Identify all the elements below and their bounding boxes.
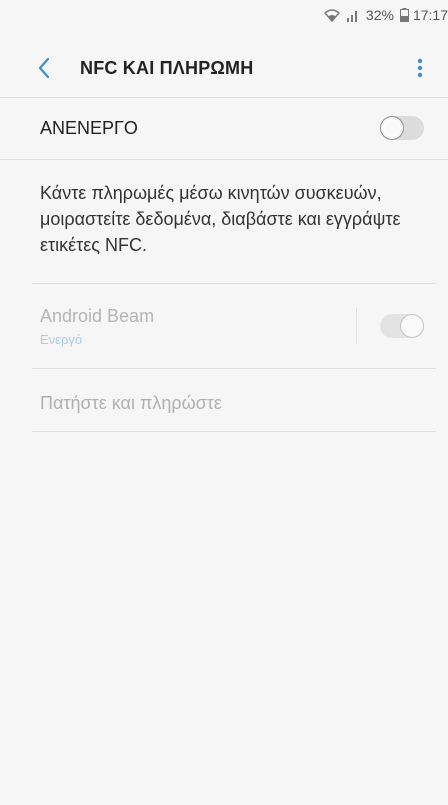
android-beam-toggle[interactable]	[380, 314, 424, 338]
page-title: NFC ΚΑΙ ΠΛΗΡΩΜΗ	[80, 58, 254, 78]
nfc-description: Κάντε πληρωμές μέσω κινητών συσκευών, μο…	[40, 183, 401, 255]
back-button[interactable]	[30, 54, 58, 82]
wifi-icon	[323, 8, 340, 22]
app-header: NFC ΚΑΙ ΠΛΗΡΩΜΗ	[0, 44, 448, 92]
nfc-toggle[interactable]	[380, 116, 424, 140]
row-separator	[356, 308, 357, 344]
master-divider	[0, 159, 448, 160]
tap-and-pay-row[interactable]: Πατήστε και πληρώστε	[0, 369, 448, 431]
more-options-button[interactable]	[410, 54, 430, 82]
android-beam-title: Android Beam	[40, 306, 155, 326]
battery-icon	[399, 8, 409, 22]
battery-percent: 32%	[365, 7, 394, 23]
android-beam-row[interactable]: Android Beam Ενεργό	[0, 284, 448, 368]
toggle-thumb	[380, 116, 404, 140]
tap-and-pay-label: Πατήστε και πληρώστε	[40, 393, 222, 413]
tap-pay-divider	[32, 431, 436, 432]
more-vertical-icon	[417, 58, 423, 78]
toggle-thumb	[400, 314, 424, 338]
nfc-master-switch-row[interactable]: ΑΝΕΝΕΡΓΟ	[0, 98, 448, 158]
master-switch-label: ΑΝΕΝΕΡΓΟ	[40, 118, 138, 138]
android-beam-status: Ενεργό	[40, 332, 83, 347]
chevron-left-icon	[38, 57, 50, 79]
status-bar: 32% 17:17	[0, 0, 448, 30]
status-time: 17:17	[412, 7, 448, 23]
signal-icon	[346, 8, 360, 22]
